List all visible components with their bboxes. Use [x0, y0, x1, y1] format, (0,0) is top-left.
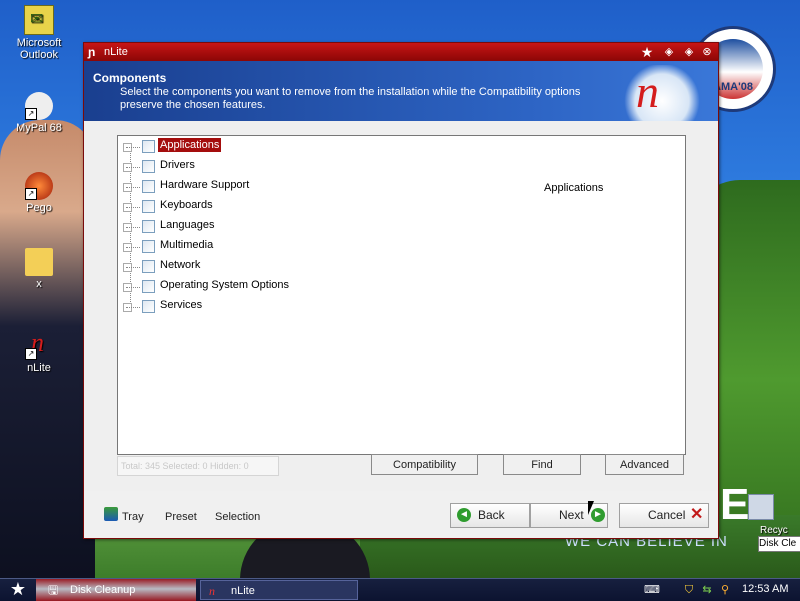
tree-item-label[interactable]: Multimedia — [158, 238, 215, 252]
tree-branch — [126, 167, 140, 168]
tree-branch — [126, 207, 140, 208]
tree-item-multimedia[interactable]: Multimedia — [118, 237, 318, 257]
checkbox[interactable] — [142, 220, 155, 233]
checkbox[interactable] — [142, 200, 155, 213]
tree-item-label[interactable]: Drivers — [158, 158, 197, 172]
tree-item-label[interactable]: Services — [158, 298, 204, 312]
desktop-icon-label: Pego — [26, 202, 52, 214]
network-icon[interactable]: ⇆ — [700, 583, 714, 597]
star-icon[interactable]: ★ — [640, 45, 654, 59]
tree-item-network[interactable]: Network — [118, 257, 318, 277]
mouse-cursor-icon — [588, 501, 594, 515]
nlite-icon: n — [209, 584, 215, 598]
tree-item-services[interactable]: Services — [118, 297, 318, 317]
tree-item-label[interactable]: Applications — [158, 138, 222, 152]
checkbox[interactable] — [142, 280, 155, 293]
page-title: Components — [93, 71, 167, 85]
tree-item-drivers[interactable]: Drivers — [118, 157, 318, 177]
recycle-bin-label: Recyc — [760, 525, 788, 536]
component-description: Applications — [544, 182, 604, 194]
tree-item-label[interactable]: Hardware Support — [158, 178, 251, 192]
recycle-bin-icon[interactable] — [748, 494, 774, 520]
tree-branch — [126, 187, 140, 188]
desktop-icon-label: MyPal 68 — [16, 122, 62, 134]
keyboard-icon[interactable]: ⌨ — [644, 583, 660, 597]
next-button[interactable]: Next ► — [530, 503, 608, 528]
taskbar: ★ 🖫 Disk Cleanup n nLite ⌨ ⛉ ⇆ ⚲ 12:53 A… — [0, 578, 800, 601]
wallpaper-e-letter: E — [720, 480, 750, 529]
tree-item-label[interactable]: Operating System Options — [158, 278, 291, 292]
tree-branch — [126, 147, 140, 148]
desktop-icon-label: Microsoft Outlook — [16, 37, 62, 61]
tree-item-operating-system-options[interactable]: Operating System Options — [118, 277, 318, 297]
cancel-button-label: Cancel — [648, 508, 686, 522]
outlook-icon — [24, 5, 54, 35]
tree-item-label[interactable]: Network — [158, 258, 202, 272]
tree-branch — [126, 227, 140, 228]
nlite-icon: n ↗ — [25, 328, 53, 360]
disk-cleanup-icon: 🖫 — [48, 583, 59, 597]
back-button[interactable]: ◄ Back — [450, 503, 530, 528]
tree-branch — [126, 287, 140, 288]
page-header: Components Select the components you wan… — [84, 61, 718, 121]
checkbox[interactable] — [142, 140, 155, 153]
window-title: nLite — [104, 46, 128, 58]
nlite-window: ɲ nLite ★ ◈ ◈ ⊗ Components Select the co… — [83, 42, 719, 539]
checkbox[interactable] — [142, 300, 155, 313]
tree-item-label[interactable]: Keyboards — [158, 198, 215, 212]
maximize-button[interactable]: ◈ — [682, 45, 696, 59]
advanced-button[interactable]: Advanced — [605, 454, 684, 475]
nlite-header-logo-icon: n — [622, 65, 702, 121]
nlite-logo-icon: ɲ — [88, 45, 96, 59]
desktop-icon-label: x — [36, 278, 42, 290]
tree-branch — [126, 247, 140, 248]
mypal-icon: ↗ — [25, 92, 53, 120]
shield-icon[interactable]: ⛉ — [682, 583, 696, 597]
checkbox[interactable] — [142, 260, 155, 273]
desktop-icon-label: nLite — [27, 362, 51, 374]
disk-cleanup-popup: Disk Cle — [758, 536, 800, 552]
taskbar-item-label: Disk Cleanup — [70, 584, 136, 596]
tree-item-hardware-support[interactable]: Hardware Support — [118, 177, 318, 197]
folder-icon — [25, 248, 53, 276]
selection-button[interactable]: Selection — [215, 511, 260, 523]
find-button[interactable]: Find — [503, 454, 581, 475]
tree-item-languages[interactable]: Languages — [118, 217, 318, 237]
tree-item-keyboards[interactable]: Keyboards — [118, 197, 318, 217]
back-arrow-icon: ◄ — [457, 508, 471, 522]
tree-item-applications[interactable]: Applications — [118, 137, 318, 157]
tray-button[interactable]: Tray — [122, 511, 144, 523]
close-button[interactable]: ⊗ — [700, 45, 714, 59]
desktop-icon-mypal[interactable]: ↗ MyPal 68 — [4, 92, 74, 134]
tray-icon[interactable] — [104, 507, 118, 521]
selection-status: Total: 345 Selected: 0 Hidden: 0 — [117, 456, 279, 476]
checkbox[interactable] — [142, 180, 155, 193]
back-button-label: Back — [478, 508, 505, 522]
tree-branch — [126, 267, 140, 268]
start-button[interactable]: ★ — [0, 579, 36, 601]
search-icon[interactable]: ⚲ — [718, 583, 732, 597]
checkbox[interactable] — [142, 160, 155, 173]
cancel-button[interactable]: Cancel ✕ — [619, 503, 709, 528]
cancel-x-icon: ✕ — [690, 506, 704, 523]
checkbox[interactable] — [142, 240, 155, 253]
tree-branch — [126, 307, 140, 308]
clock[interactable]: 12:53 AM — [742, 583, 788, 595]
taskbar-item-disk-cleanup[interactable]: 🖫 Disk Cleanup — [40, 580, 195, 600]
preset-button[interactable]: Preset — [165, 511, 197, 523]
desktop-icon-folder[interactable]: x — [4, 248, 74, 290]
taskbar-item-label: nLite — [231, 585, 255, 597]
minimize-button[interactable]: ◈ — [662, 45, 676, 59]
page-subtitle: Select the components you want to remove… — [120, 86, 581, 111]
pego-icon: ↗ — [25, 172, 53, 200]
desktop-icon-outlook[interactable]: Microsoft Outlook — [4, 5, 74, 61]
components-tree[interactable]: Applications Drivers Hardware Support Ke… — [117, 135, 686, 455]
compatibility-button[interactable]: Compatibility — [371, 454, 478, 475]
desktop-icon-pego[interactable]: ↗ Pego — [4, 172, 74, 214]
desktop-icon-nlite[interactable]: n ↗ nLite — [4, 328, 74, 374]
title-bar[interactable]: ɲ nLite ★ ◈ ◈ ⊗ — [84, 43, 718, 61]
tree-item-label[interactable]: Languages — [158, 218, 216, 232]
taskbar-item-nlite[interactable]: n nLite — [200, 580, 358, 600]
next-button-label: Next — [559, 508, 584, 522]
